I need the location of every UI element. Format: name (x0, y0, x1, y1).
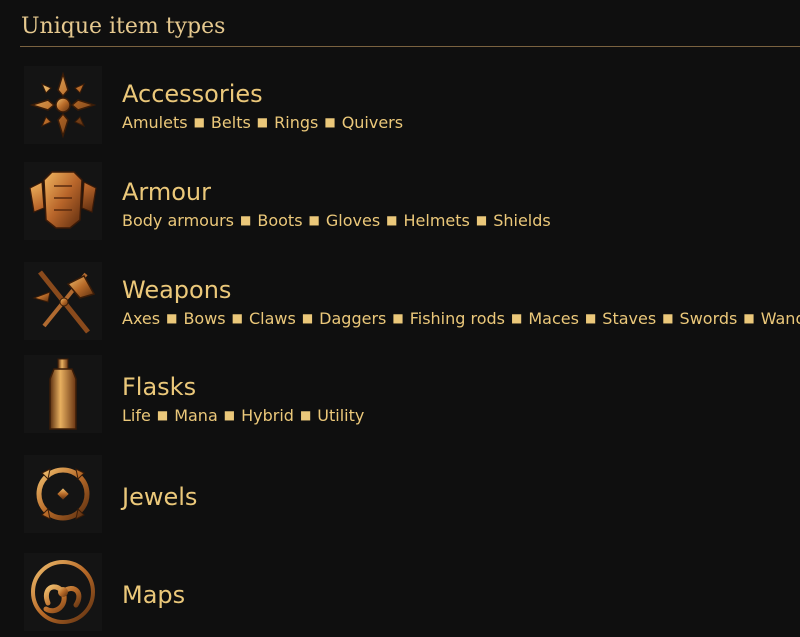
category-links-weapons: Axes ■ Bows ■ Claws ■ Daggers ■ Fishing rods ■ Mac… (122, 311, 800, 327)
accessories-icon[interactable] (24, 66, 102, 144)
link-amulets[interactable]: Amulets (122, 113, 188, 132)
separator: ■ (231, 311, 243, 325)
category-title-jewels[interactable]: Jewels (122, 485, 197, 509)
category-title-weapons[interactable]: Weapons (122, 278, 231, 302)
link-claws[interactable]: Claws (249, 309, 296, 328)
category-armour: Armour Body armours ■ Boots ■ Gloves ■ Helmets… (0, 156, 800, 246)
link-gloves[interactable]: Gloves (326, 211, 380, 230)
link-body-armours[interactable]: Body armours (122, 211, 234, 230)
armour-icon[interactable] (24, 162, 102, 240)
link-axes[interactable]: Axes (122, 309, 160, 328)
separator: ■ (511, 311, 523, 325)
link-life[interactable]: Life (122, 406, 151, 425)
separator: ■ (256, 115, 269, 129)
separator: ■ (240, 213, 252, 227)
link-mana[interactable]: Mana (174, 406, 218, 425)
link-helmets[interactable]: Helmets (404, 211, 470, 230)
link-bows[interactable]: Bows (183, 309, 225, 328)
category-title-armour[interactable]: Armour (122, 180, 211, 204)
link-rings[interactable]: Rings (274, 113, 318, 132)
category-maps: Maps (0, 547, 800, 637)
link-maces[interactable]: Maces (528, 309, 579, 328)
separator: ■ (584, 311, 597, 325)
category-title-accessories[interactable]: Accessories (122, 82, 263, 106)
section-title: Unique item types (21, 14, 226, 39)
separator: ■ (475, 213, 488, 227)
category-weapons: Weapons Axes ■ Bows ■ Claws ■ Daggers ■ Fishing … (0, 254, 800, 344)
link-belts[interactable]: Belts (211, 113, 251, 132)
separator: ■ (193, 115, 205, 129)
link-boots[interactable]: Boots (257, 211, 302, 230)
link-utility[interactable]: Utility (317, 406, 364, 425)
separator: ■ (392, 311, 404, 325)
separator: ■ (299, 408, 312, 422)
separator: ■ (308, 213, 320, 227)
category-links-armour: Body armours ■ Boots ■ Gloves ■ Helmets ■ Shield… (122, 213, 551, 229)
weapons-icon[interactable] (24, 262, 102, 340)
section-divider (20, 46, 800, 47)
link-hybrid[interactable]: Hybrid (241, 406, 294, 425)
link-quivers[interactable]: Quivers (342, 113, 403, 132)
link-staves[interactable]: Staves (602, 309, 656, 328)
category-flasks: Flasks Life ■ Mana ■ Hybrid ■ Utility (0, 351, 800, 441)
link-daggers[interactable]: Daggers (319, 309, 386, 328)
category-title-maps[interactable]: Maps (122, 583, 185, 607)
separator: ■ (662, 311, 674, 325)
separator: ■ (156, 408, 169, 422)
separator: ■ (386, 213, 398, 227)
link-swords[interactable]: Swords (680, 309, 738, 328)
separator: ■ (301, 311, 314, 325)
category-accessories: Accessories Amulets ■ Belts ■ Rings ■ Quivers (0, 58, 800, 148)
category-title-flasks[interactable]: Flasks (122, 375, 196, 399)
link-fishing-rods[interactable]: Fishing rods (410, 309, 505, 328)
link-shields[interactable]: Shields (493, 211, 551, 230)
separator: ■ (324, 115, 336, 129)
category-links-flasks: Life ■ Mana ■ Hybrid ■ Utility (122, 408, 364, 424)
category-links-accessories: Amulets ■ Belts ■ Rings ■ Quivers (122, 115, 403, 131)
map-icon[interactable] (24, 553, 102, 631)
jewel-icon[interactable] (24, 455, 102, 533)
separator: ■ (223, 408, 236, 422)
separator: ■ (743, 311, 755, 325)
flask-icon[interactable] (24, 355, 102, 433)
separator: ■ (166, 311, 178, 325)
link-wands[interactable]: Wands (761, 309, 800, 328)
category-jewels: Jewels (0, 449, 800, 539)
